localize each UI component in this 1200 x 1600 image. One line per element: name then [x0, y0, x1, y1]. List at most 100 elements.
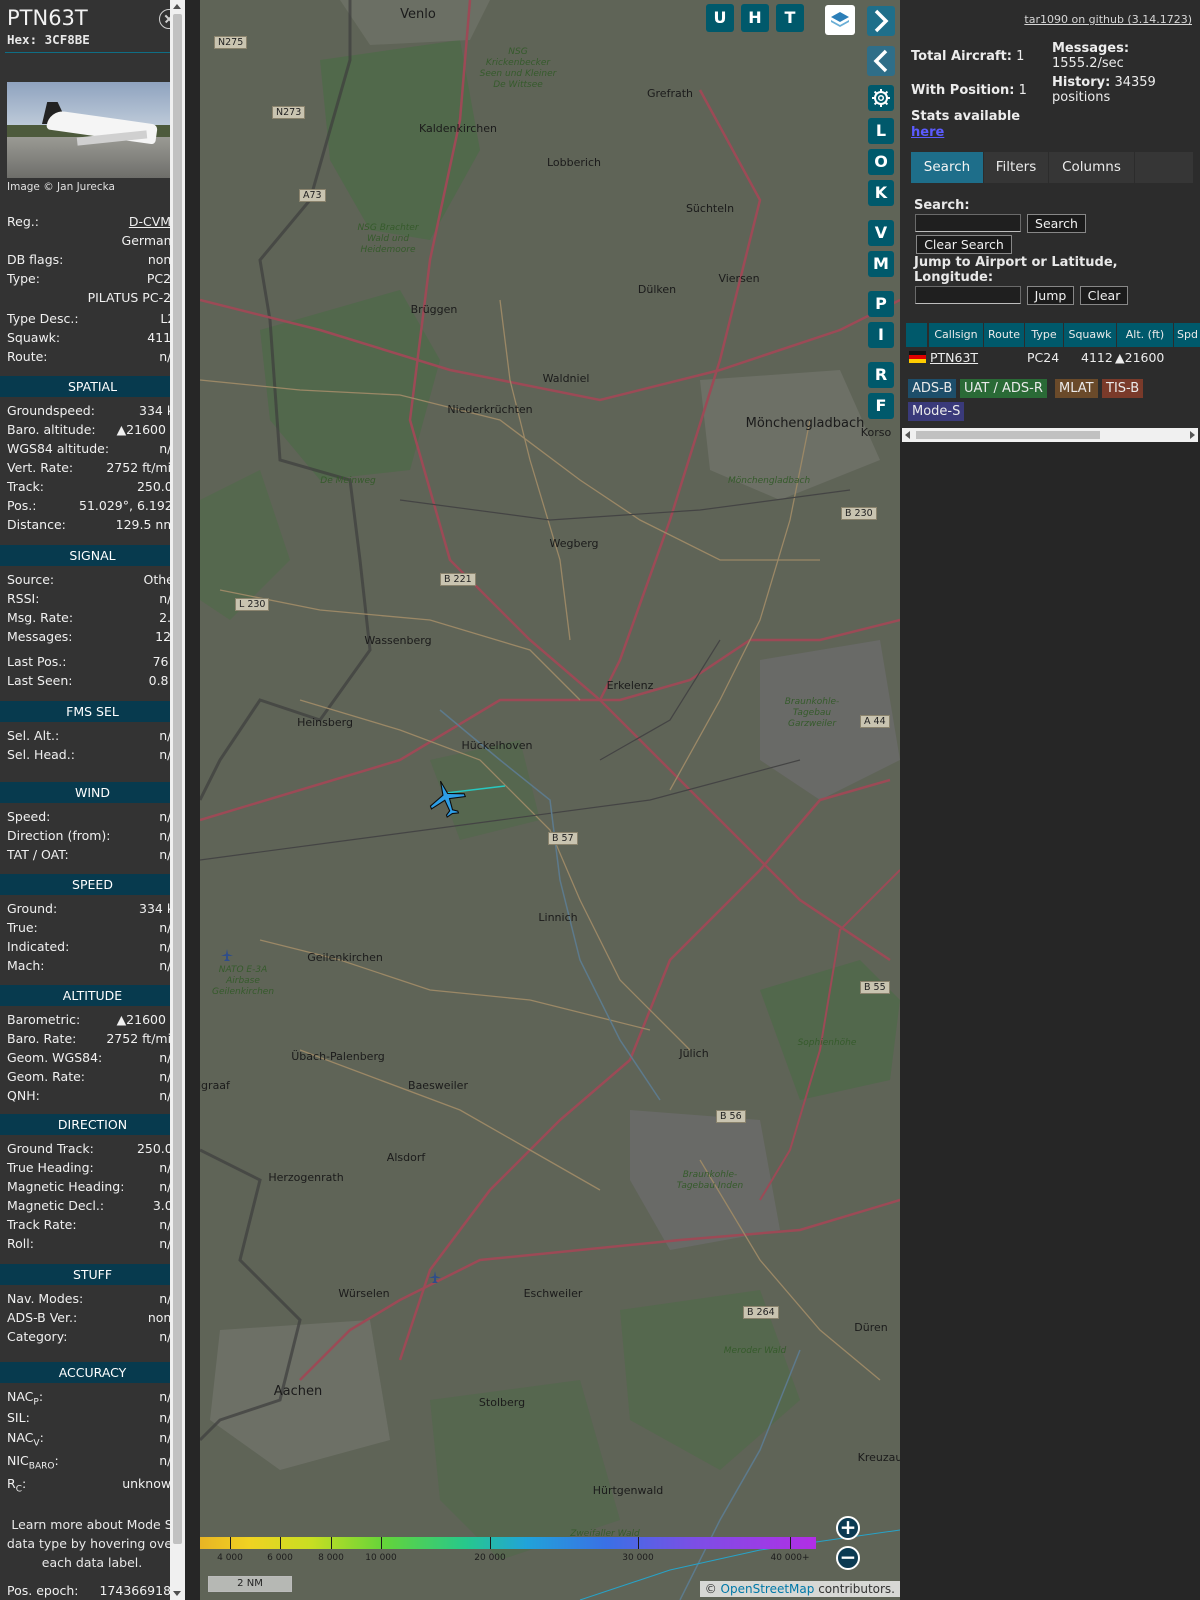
map-place-label: Brüggen	[410, 303, 458, 316]
tab-filters[interactable]: Filters	[984, 152, 1048, 183]
aircraft-icon[interactable]	[426, 778, 468, 820]
zoom-out-button[interactable]: −	[836, 1546, 860, 1570]
scroll-down-icon[interactable]	[173, 1591, 181, 1596]
scroll-thumb[interactable]	[173, 14, 182, 1544]
accuracy-row: RC: unknown	[7, 1476, 179, 1495]
photo-credit: Image © Jan Jurecka	[7, 181, 115, 193]
altitude-legend-label: 6 000	[267, 1553, 293, 1563]
info-row: Messages: 129	[7, 629, 179, 647]
info-row: Source: Other	[7, 572, 179, 590]
tab-search[interactable]: Search	[911, 152, 983, 183]
collapse-sidebar-button[interactable]	[867, 46, 895, 76]
button-m[interactable]: M	[868, 251, 894, 277]
section-header-direction: DIRECTION	[0, 1114, 185, 1135]
info-row: Last Pos.: 76 s	[7, 654, 179, 672]
aircraft-photo[interactable]	[7, 82, 178, 178]
hex-label: Hex:	[7, 32, 38, 47]
history: History: 34359 positions	[1052, 75, 1156, 105]
button-i[interactable]: I	[868, 322, 894, 348]
info-row: Track: 250.0°	[7, 479, 179, 497]
scroll-right-icon[interactable]	[1190, 431, 1195, 439]
info-panel-scrollbar[interactable]	[170, 0, 185, 1600]
search-button[interactable]: Search	[1027, 214, 1086, 233]
button-p[interactable]: P	[868, 291, 894, 317]
selected-callsign: PTN63T	[7, 6, 88, 30]
table-horizontal-scrollbar[interactable]	[902, 428, 1198, 442]
info-row: Reg.: D-CVMS	[7, 214, 179, 232]
hex-line: Hex: 3CF8BE	[7, 32, 90, 47]
column-header-altitude[interactable]: Alt. (ft)	[1117, 323, 1173, 347]
github-link[interactable]: tar1090 on github (3.14.1723)	[1024, 13, 1192, 26]
map-area-label: De Meinweg	[320, 476, 376, 486]
info-row: Distance: 129.5 nmi	[7, 517, 179, 535]
info-row-label: Messages:	[7, 629, 73, 644]
map-tiles	[200, 0, 900, 1600]
scroll-up-icon[interactable]	[173, 4, 181, 9]
column-header-squawk[interactable]: Squawk	[1064, 323, 1116, 347]
tab-columns[interactable]: Columns	[1049, 152, 1134, 183]
tab-bar-filler	[1135, 152, 1193, 183]
map-place-label: Alsdorf	[386, 1151, 426, 1164]
road-number-label: B 221	[440, 573, 476, 586]
info-row-value: 2752 ft/min	[106, 1031, 179, 1046]
info-row-label: Indicated:	[7, 939, 70, 954]
scroll-thumb[interactable]	[916, 431, 1100, 439]
button-o[interactable]: O	[868, 149, 894, 175]
button-l[interactable]: L	[868, 118, 894, 144]
button-t[interactable]: T	[776, 4, 804, 32]
jump-label: Jump to Airport or Latitude, Longitude:	[914, 255, 1118, 285]
info-row-value: 1743669189	[99, 1583, 179, 1598]
info-row-value: 2752 ft/min	[106, 460, 179, 475]
expand-sidebar-button[interactable]	[867, 6, 895, 36]
column-header-callsign[interactable]: Callsign	[929, 323, 983, 347]
info-row: Route:n/a	[7, 349, 179, 367]
info-row: Baro. Rate: 2752 ft/min	[7, 1031, 179, 1049]
info-row: QNH:n/a	[7, 1088, 179, 1106]
info-row-label: Nav. Modes:	[7, 1291, 84, 1306]
map-area-label: NATO E-3A Airbase Geilenkirchen	[211, 965, 275, 997]
altitude-legend-tick	[381, 1537, 382, 1549]
map-place-label: Stolberg	[478, 1396, 526, 1409]
map-view[interactable]: Venlo Kaldenkirchen Lobberich Grefrath Sücht…	[200, 0, 900, 1600]
jump-input[interactable]	[915, 286, 1021, 304]
info-row-label: WGS84 altitude:	[7, 441, 110, 456]
layers-button[interactable]	[825, 5, 855, 35]
scroll-left-icon[interactable]	[905, 431, 910, 439]
help-note: Learn more about Mode S data type by hov…	[6, 1517, 178, 1570]
map-place-label: Heinsberg	[297, 716, 353, 729]
info-row: Last Seen: 0.8 s	[7, 673, 179, 691]
clear-jump-button[interactable]: Clear	[1080, 286, 1128, 305]
row-callsign[interactable]: PTN63T	[930, 348, 978, 368]
source-legend-chip: UAT / ADS-R	[960, 379, 1047, 398]
info-row-label: Direction (from):	[7, 828, 111, 843]
source-legend-chip: MLAT	[1055, 379, 1098, 398]
accuracy-row: NACP:n/a	[7, 1389, 179, 1408]
map-place-label: Venlo	[400, 7, 436, 22]
stats-link[interactable]: here	[911, 125, 944, 140]
altitude-legend-label: 10 000	[365, 1553, 397, 1563]
info-row: Geom. WGS84:n/a	[7, 1050, 179, 1068]
column-header-type[interactable]: Type	[1025, 323, 1063, 347]
road-number-label: N273	[272, 106, 306, 119]
button-u[interactable]: U	[706, 4, 734, 32]
settings-button[interactable]	[868, 85, 894, 111]
column-header-speed[interactable]: Spd	[1174, 323, 1200, 347]
search-input[interactable]	[915, 214, 1021, 232]
zoom-in-button[interactable]: +	[836, 1516, 860, 1540]
button-v[interactable]: V	[868, 220, 894, 246]
button-h[interactable]: H	[741, 4, 769, 32]
map-place-label: Hückelhoven	[461, 739, 533, 752]
button-r[interactable]: R	[868, 362, 894, 388]
road-number-label: N275	[214, 36, 248, 49]
button-f[interactable]: F	[868, 393, 894, 419]
aircraft-info-panel: PTN63T Hex: 3CF8BE Image © Jan Jurecka R…	[0, 0, 185, 1600]
column-header-route[interactable]: Route	[984, 323, 1024, 347]
road-number-label: L 230	[235, 598, 270, 611]
altitude-legend-tick	[638, 1537, 639, 1549]
osm-link[interactable]: OpenStreetMap	[721, 1582, 815, 1596]
info-row: Type: PC24	[7, 271, 179, 289]
clear-search-button[interactable]: Clear Search	[916, 235, 1012, 254]
accuracy-label: NACV:	[7, 1430, 44, 1449]
button-k[interactable]: K	[868, 180, 894, 206]
jump-button[interactable]: Jump	[1027, 286, 1074, 305]
